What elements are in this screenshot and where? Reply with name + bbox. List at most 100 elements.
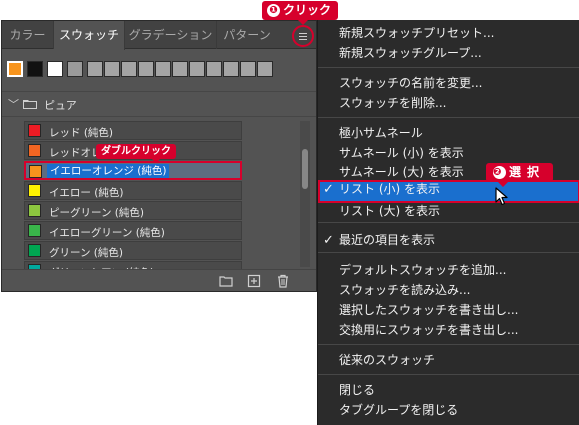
- recent-swatch[interactable]: [87, 61, 103, 77]
- menu-separator: [318, 117, 579, 118]
- swatch-list-item[interactable]: イエローオレンジ (純色): [24, 161, 242, 180]
- checkmark-icon: ✓: [323, 182, 334, 197]
- swatch-list-item[interactable]: イエローグリーン (純色): [24, 221, 242, 240]
- panel-menu-button[interactable]: [292, 25, 314, 47]
- swatch-color-chip: [28, 144, 41, 157]
- recent-swatch[interactable]: [67, 61, 83, 77]
- swatch-color-chip: [28, 184, 41, 197]
- new-swatch-icon[interactable]: [247, 274, 261, 288]
- menu-item-label: 閉じる: [339, 383, 376, 397]
- menu-item[interactable]: 交換用にスウォッチを書き出し...: [318, 321, 579, 340]
- recent-swatch[interactable]: [121, 61, 137, 77]
- menu-item-label: スウォッチを読み込み...: [339, 283, 471, 297]
- swatch-list: レッド (純色)レッドオレンジ (純色)イエローオレンジ (純色)イエロー (純…: [24, 118, 300, 270]
- swatch-label: グリーン (純色): [49, 247, 124, 259]
- menu-item-label: タブグループを閉じる: [339, 403, 459, 417]
- menu-item-label: 新規スウォッチプリセット...: [339, 26, 495, 40]
- menu-item[interactable]: リスト (大) を表示: [318, 202, 579, 221]
- menu-item-label: 極小サムネール: [339, 126, 423, 140]
- menu-item[interactable]: デフォルトスウォッチを追加...: [318, 261, 579, 280]
- swatch-color-chip: [28, 124, 41, 137]
- menu-separator: [318, 344, 579, 345]
- step2-number: ❷: [493, 166, 508, 179]
- recent-swatch[interactable]: [155, 61, 171, 77]
- swatch-list-item[interactable]: イエロー (純色): [24, 181, 242, 200]
- swatch-color-chip: [28, 244, 41, 257]
- folder-icon[interactable]: [219, 274, 233, 288]
- menu-item-label: 選択したスウォッチを書き出し...: [339, 303, 519, 317]
- swatch-color-chip: [28, 224, 41, 237]
- recent-swatch[interactable]: [223, 61, 239, 77]
- recent-swatch[interactable]: [104, 61, 120, 77]
- chevron-down-icon[interactable]: ﹀: [8, 96, 19, 112]
- step1-callout: ❶ クリック: [262, 1, 339, 25]
- hamburger-icon: [299, 33, 307, 34]
- swatch-color-chip: [29, 165, 42, 178]
- folder-icon: [23, 100, 37, 109]
- menu-separator: [318, 67, 579, 68]
- menu-item-label: スウォッチを削除...: [339, 96, 447, 110]
- swatch-list-item[interactable]: ピーグリーン (純色): [24, 201, 242, 220]
- menu-item-label: スウォッチの名前を変更...: [339, 76, 483, 90]
- swatch-group-name: ピュア: [44, 99, 77, 112]
- menu-item[interactable]: スウォッチを読み込み...: [318, 281, 579, 300]
- menu-item[interactable]: ✓ 最近の項目を表示: [318, 231, 579, 250]
- menu-item[interactable]: スウォッチの名前を変更...: [318, 74, 579, 93]
- menu-separator: [318, 252, 579, 253]
- recent-swatch[interactable]: [189, 61, 205, 77]
- menu-item[interactable]: スウォッチを削除...: [318, 94, 579, 113]
- menu-item[interactable]: 新規スウォッチプリセット...: [318, 24, 579, 43]
- step2-callout: ❷ 選択: [486, 163, 554, 187]
- double-click-callout: ダブルクリック: [96, 144, 176, 163]
- recent-swatch[interactable]: [138, 61, 154, 77]
- step1-text: クリック: [283, 3, 332, 17]
- swatch-list-item[interactable]: レッド (純色): [24, 121, 242, 140]
- recent-swatch[interactable]: [7, 61, 23, 77]
- swatch-label: イエロー (純色): [49, 187, 124, 199]
- menu-item[interactable]: 閉じる: [318, 381, 579, 400]
- menu-item[interactable]: 新規スウォッチグループ...: [318, 44, 579, 63]
- mouse-pointer-icon: [495, 187, 508, 206]
- recent-swatch[interactable]: [172, 61, 188, 77]
- tab-pattern[interactable]: パターン: [217, 21, 277, 49]
- swatch-label: イエローオレンジ (純色): [47, 164, 170, 178]
- recent-swatch[interactable]: [240, 61, 256, 77]
- menu-item-label: サムネール (小) を表示: [339, 146, 464, 160]
- menu-item-label: 従来のスウォッチ: [339, 353, 436, 367]
- recent-swatch[interactable]: [257, 61, 273, 77]
- panel-flyout-menu: 新規スウォッチプリセット... 新規スウォッチグループ... スウォッチの名前を変更…: [317, 20, 579, 425]
- menu-item-label: 交換用にスウォッチを書き出し...: [339, 323, 519, 337]
- swatch-list-item[interactable]: グリーン (純色): [24, 241, 242, 260]
- recent-swatch[interactable]: [27, 61, 43, 77]
- menu-item[interactable]: ✓ リスト (小) を表示: [318, 180, 579, 203]
- menu-item-label: サムネール (大) を表示: [339, 165, 464, 179]
- panel-bottom-bar: [2, 269, 316, 291]
- checkmark-icon: ✓: [323, 233, 334, 248]
- scrollbar[interactable]: [300, 121, 310, 267]
- menu-item[interactable]: 極小サムネール: [318, 124, 579, 143]
- step1-number: ❶: [267, 4, 280, 17]
- swatch-group-header[interactable]: ﹀ ピュア: [2, 91, 316, 117]
- menu-item[interactable]: 従来のスウォッチ: [318, 351, 579, 370]
- swatch-label: イエローグリーン (純色): [49, 227, 165, 239]
- recent-swatch[interactable]: [47, 61, 63, 77]
- menu-item-label: リスト (小) を表示: [339, 182, 440, 196]
- menu-item-label: 最近の項目を表示: [339, 233, 436, 247]
- menu-item-label: リスト (大) を表示: [339, 204, 440, 218]
- panel-tab-bar: カラー スウォッチ グラデーション パターン: [2, 21, 316, 50]
- menu-separator: [318, 374, 579, 375]
- tab-gradient[interactable]: グラデーション: [125, 21, 217, 49]
- recent-swatch[interactable]: [206, 61, 222, 77]
- swatch-label: レッド (純色): [49, 127, 114, 139]
- menu-item-label: 新規スウォッチグループ...: [339, 46, 482, 60]
- tab-color[interactable]: カラー: [2, 21, 54, 49]
- scrollbar-thumb[interactable]: [302, 149, 308, 189]
- step2-text: 選択: [509, 165, 546, 179]
- trash-icon[interactable]: [276, 274, 290, 288]
- menu-item[interactable]: サムネール (小) を表示: [318, 144, 579, 163]
- menu-item[interactable]: 選択したスウォッチを書き出し...: [318, 301, 579, 320]
- tab-swatches[interactable]: スウォッチ: [54, 21, 125, 50]
- menu-separator: [318, 222, 579, 223]
- menu-item-label: デフォルトスウォッチを追加...: [339, 263, 507, 277]
- menu-item[interactable]: タブグループを閉じる: [318, 401, 579, 420]
